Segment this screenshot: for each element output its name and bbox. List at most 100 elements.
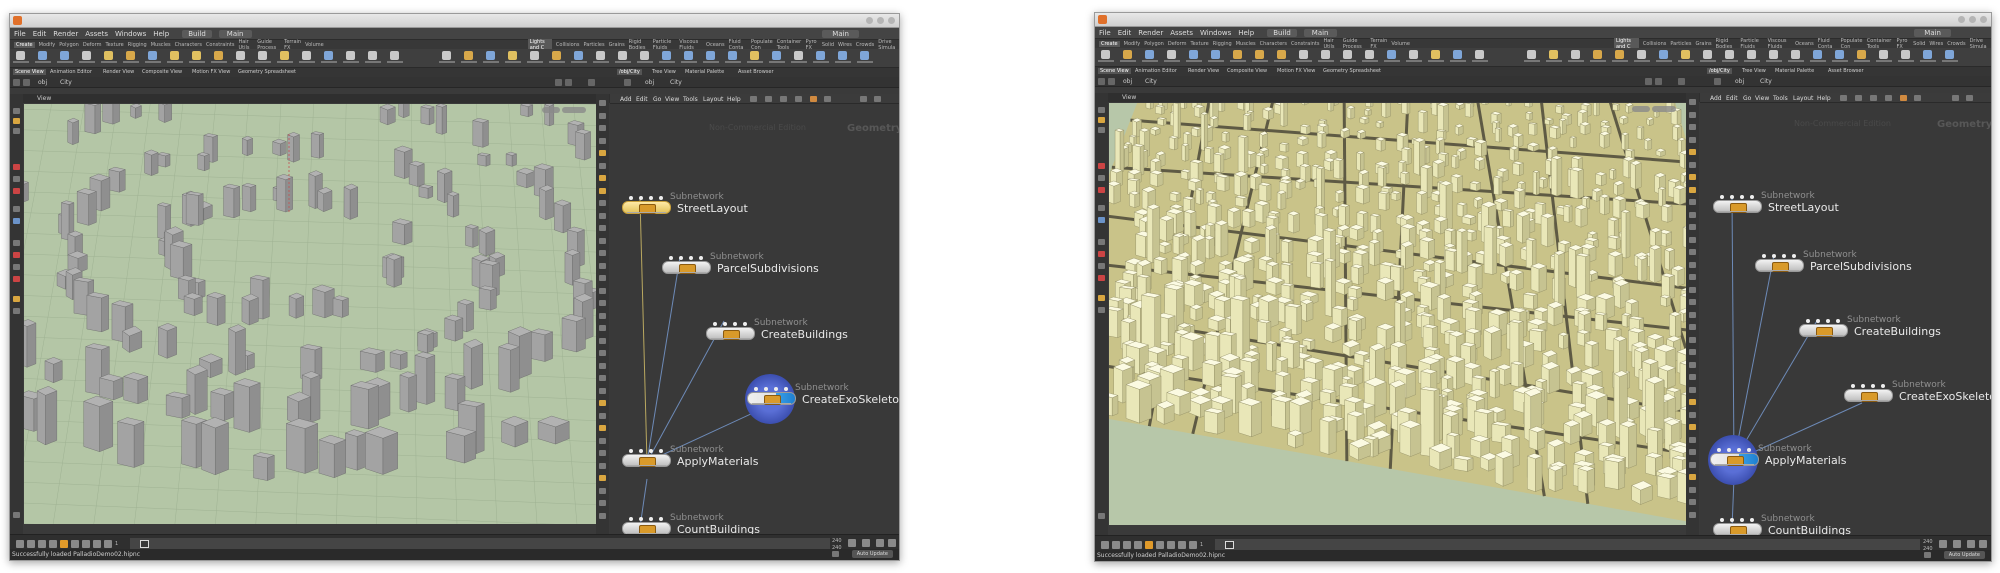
menu-edit[interactable]: Edit	[1118, 29, 1132, 37]
shelf-tab[interactable]: Modify	[1124, 41, 1141, 47]
shelf-tab[interactable]: Create	[1099, 40, 1120, 47]
shelf-tool-icon[interactable]	[16, 51, 25, 60]
prev-key-button[interactable]	[38, 540, 46, 548]
shelf-tab[interactable]: Texture	[105, 42, 123, 48]
maximize-button[interactable]	[1969, 16, 1976, 23]
display-option-icon[interactable]	[1689, 486, 1696, 493]
tab-network-city[interactable]: /obj/City	[1707, 68, 1732, 74]
shelf-tool-icon[interactable]	[618, 51, 627, 60]
display-option-icon[interactable]	[1689, 399, 1696, 405]
tab-asset-browser[interactable]: Asset Browser	[1828, 68, 1864, 74]
display-option-icon[interactable]	[1689, 211, 1696, 218]
shelf-tool-icon[interactable]	[728, 51, 737, 60]
display-option-icon[interactable]	[1689, 286, 1696, 293]
forward-icon[interactable]	[1108, 78, 1115, 85]
display-option-icon[interactable]	[599, 437, 606, 444]
shelf-tab[interactable]: Polygon	[1144, 41, 1164, 47]
display-option-icon[interactable]	[599, 275, 606, 281]
magnet-icon[interactable]	[13, 276, 20, 282]
display-option-icon[interactable]	[1689, 136, 1696, 143]
display-option-icon[interactable]	[1689, 511, 1696, 518]
display-option-icon[interactable]	[1689, 311, 1696, 318]
shelf-tool-icon[interactable]	[530, 51, 539, 60]
snap-grid-icon[interactable]	[13, 240, 20, 246]
tab-composite-view[interactable]: Composite View	[1227, 68, 1267, 74]
minimize-button[interactable]	[866, 17, 873, 24]
display-option-icon[interactable]	[599, 512, 606, 519]
shelf-tab[interactable]: Grains	[1695, 41, 1711, 47]
viewport-3d[interactable]	[1109, 103, 1686, 525]
menu-render[interactable]: Render	[1138, 29, 1163, 37]
rotate-tool-icon[interactable]	[1098, 163, 1105, 169]
shelf-tool-icon[interactable]	[82, 51, 91, 60]
net-path-obj[interactable]: obj	[645, 79, 654, 86]
display-option-icon[interactable]	[599, 150, 606, 156]
link-icon[interactable]	[588, 79, 595, 86]
shelf-tool-icon[interactable]	[38, 51, 47, 60]
net-path-city[interactable]: City	[1760, 78, 1772, 85]
camera-tool-icon[interactable]	[13, 218, 20, 224]
display-option-icon[interactable]	[1689, 199, 1696, 205]
display-option-icon[interactable]	[599, 112, 606, 119]
close-button[interactable]	[888, 17, 895, 24]
persp-button[interactable]	[542, 107, 560, 113]
shelf-tab[interactable]: Deform	[1168, 41, 1187, 47]
shelf-tool-icon[interactable]	[1923, 50, 1932, 59]
minimize-button[interactable]	[1958, 16, 1965, 23]
camera-lock-icon[interactable]	[13, 308, 20, 314]
shelf-tool-icon[interactable]	[1101, 50, 1110, 59]
tab-geometry-spreadsheet[interactable]: Geometry Spreadsheet	[1323, 68, 1381, 74]
shelf-tool-icon[interactable]	[596, 51, 605, 60]
shelf-tool-icon[interactable]	[1167, 50, 1176, 59]
shelf-tool-icon[interactable]	[1549, 50, 1558, 59]
display-option-icon[interactable]	[599, 462, 606, 469]
shelf-tool-icon[interactable]	[280, 51, 289, 60]
shelf-tab[interactable]: Polygon	[59, 42, 79, 48]
display-option-icon[interactable]	[599, 200, 606, 206]
shelf-tab[interactable]: Rigging	[128, 42, 147, 48]
tab-composite-view[interactable]: Composite View	[142, 69, 182, 75]
menu-edit[interactable]: Edit	[33, 30, 47, 38]
shelf-tool-icon[interactable]	[772, 51, 781, 60]
display-option-icon[interactable]	[599, 100, 606, 106]
lock-icon[interactable]	[1098, 295, 1105, 301]
display-option-icon[interactable]	[1689, 436, 1696, 443]
settings-icon[interactable]	[1098, 513, 1105, 519]
shelf-tool-icon[interactable]	[1365, 50, 1374, 59]
play-reverse-button[interactable]	[1134, 541, 1142, 549]
shelf-tool-icon[interactable]	[1703, 50, 1712, 59]
shelf-tab[interactable]: Muscles	[151, 42, 171, 48]
shelf-tool-icon[interactable]	[486, 51, 495, 60]
jump-start-button[interactable]	[16, 540, 24, 548]
step-forward-button[interactable]	[93, 540, 101, 548]
path-obj[interactable]: obj	[38, 79, 47, 86]
shelf-tool-icon[interactable]	[1211, 50, 1220, 59]
shelf-tool-icon[interactable]	[1593, 50, 1602, 59]
display-option-icon[interactable]	[599, 175, 606, 181]
shelf-tool-icon[interactable]	[214, 51, 223, 60]
shelf-tool-icon[interactable]	[148, 51, 157, 60]
scale-tool-icon[interactable]	[13, 176, 20, 182]
shelf-tab[interactable]: Grains	[609, 42, 625, 48]
shelf-tool-icon[interactable]	[1659, 50, 1668, 59]
shelf-tool-icon[interactable]	[368, 51, 377, 60]
shelf-tool-icon[interactable]	[662, 51, 671, 60]
shelf-tab[interactable]: Particles	[583, 42, 604, 48]
next-key-button[interactable]	[82, 540, 90, 548]
tab-asset-browser[interactable]: Asset Browser	[738, 69, 774, 75]
path-obj[interactable]: obj	[1123, 78, 1132, 85]
maximize-button[interactable]	[877, 17, 884, 24]
magnet-icon[interactable]	[1098, 275, 1105, 281]
shelf-tool-icon[interactable]	[838, 51, 847, 60]
handle-tool-icon[interactable]	[13, 118, 20, 124]
shelf-tool-icon[interactable]	[258, 51, 267, 60]
display-option-icon[interactable]	[599, 287, 606, 294]
tab-material-palette[interactable]: Material Palette	[1775, 68, 1814, 74]
view-tool-icon[interactable]	[13, 206, 20, 212]
play-button[interactable]	[71, 540, 79, 548]
shelf-tool-icon[interactable]	[1571, 50, 1580, 59]
shelf-tab[interactable]: Modify	[39, 42, 56, 48]
pose-tool-icon[interactable]	[1098, 187, 1105, 193]
rotate-tool-icon[interactable]	[13, 164, 20, 170]
display-option-icon[interactable]	[1689, 336, 1696, 343]
